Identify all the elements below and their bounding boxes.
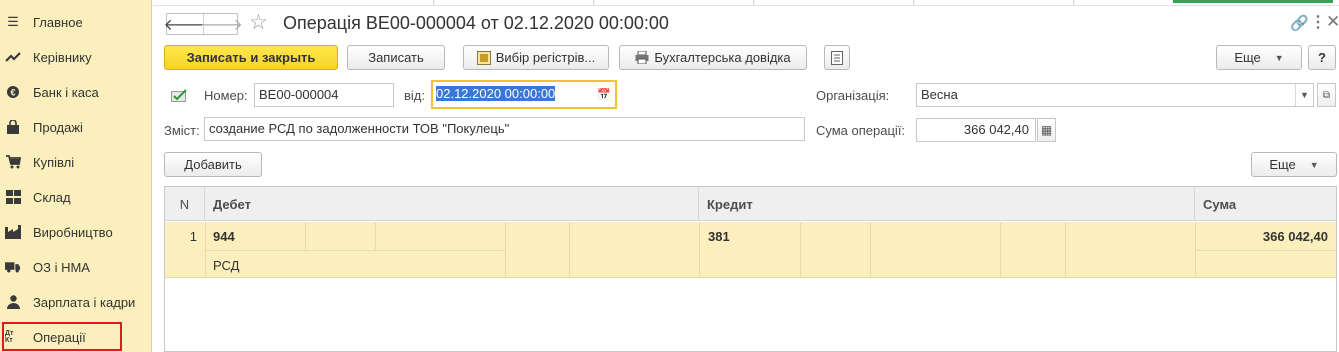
sidebar-item-label: Керівнику: [33, 49, 92, 65]
debit-subconto[interactable]: РСД: [213, 258, 239, 273]
save-button[interactable]: Записать: [347, 45, 445, 70]
registers-icon: [476, 50, 491, 65]
sum-label: Сума операції:: [816, 123, 906, 138]
warehouse-icon: [5, 189, 21, 205]
organization-value: Весна: [921, 87, 958, 102]
sidebar-item-payroll[interactable]: Зарплата і кадри: [0, 287, 152, 317]
table-more-button[interactable]: Еще ▼: [1251, 152, 1337, 177]
sidebar-item-purchases[interactable]: Купівлі: [0, 147, 152, 177]
sidebar-item-label: Зарплата і кадри: [33, 294, 136, 310]
print-icon: [635, 51, 649, 65]
link-icon[interactable]: 🔗: [1290, 14, 1309, 32]
back-arrow-icon[interactable]: 🡐: [164, 14, 207, 34]
document-icon: [831, 50, 843, 65]
trend-icon: [5, 49, 21, 65]
menu-icon: ☰: [7, 14, 19, 29]
more-vertical-icon[interactable]: ⋮: [1310, 12, 1326, 32]
accounting-note-label: Бухгалтерська довідка: [654, 50, 791, 65]
table-header: N Дебет Кредит Сума: [165, 187, 1336, 221]
forward-arrow-icon[interactable]: 🡒: [200, 14, 243, 34]
sidebar-item-warehouse[interactable]: Склад: [0, 182, 152, 212]
more-actions-button[interactable]: Еще ▼: [1216, 45, 1302, 70]
sidebar-item-production[interactable]: Виробництво: [0, 217, 152, 247]
sidebar-item-label: Виробництво: [33, 224, 113, 240]
date-field[interactable]: 02.12.2020 00:00:00 📅: [431, 80, 617, 109]
column-header-debit[interactable]: Дебет: [205, 187, 699, 221]
calendar-icon[interactable]: 📅: [597, 88, 611, 101]
table-row[interactable]: 1 944 РСД 381 366 042,40: [165, 222, 1336, 278]
column-header-sum[interactable]: Сума: [1195, 187, 1336, 221]
sidebar-item-label: Купівлі: [33, 154, 75, 170]
row-sum[interactable]: 366 042,40: [1195, 229, 1328, 244]
active-item-highlight: [2, 322, 122, 351]
select-registers-label: Вибір регістрів...: [495, 50, 596, 65]
sidebar: ☰ Главное Керівнику € Банк і каса Продаж…: [0, 0, 152, 352]
sidebar-item-label: Банк і каса: [33, 84, 99, 100]
sidebar-item-main[interactable]: ☰ Главное: [0, 7, 152, 37]
number-field[interactable]: ВЕ00-000004: [254, 83, 394, 107]
open-organization-button[interactable]: ⧉: [1317, 83, 1336, 107]
debit-account[interactable]: 944: [213, 229, 235, 244]
person-icon: [5, 294, 21, 310]
accounting-note-button[interactable]: Бухгалтерська довідка: [619, 45, 807, 70]
calculator-icon[interactable]: ▦: [1037, 118, 1056, 142]
table-more-label: Еще: [1269, 157, 1296, 172]
column-header-credit[interactable]: Кредит: [699, 187, 1195, 221]
active-tab-indicator: [1173, 0, 1333, 3]
history-nav: 🡐 🡒: [164, 13, 243, 35]
posted-check-icon: [171, 89, 187, 102]
select-registers-button[interactable]: Вибір регістрів...: [463, 45, 609, 70]
organization-select[interactable]: Весна ▼: [916, 83, 1314, 107]
date-label: від:: [404, 88, 425, 103]
chevron-down-icon[interactable]: ▼: [1295, 84, 1313, 106]
content-label: Зміст:: [164, 123, 200, 138]
page-title: Операція ВЕ00-000004 от 02.12.2020 00:00…: [283, 13, 669, 33]
credit-account[interactable]: 381: [708, 229, 730, 244]
sidebar-item-sales[interactable]: Продажі: [0, 112, 152, 142]
date-field-value: 02.12.2020 00:00:00: [436, 86, 556, 101]
sidebar-item-bank[interactable]: € Банк і каса: [0, 77, 152, 107]
sidebar-item-assets[interactable]: ОЗ і НМА: [0, 252, 152, 282]
favorite-star-icon[interactable]: ☆: [249, 12, 268, 34]
chevron-down-icon: ▼: [1274, 52, 1284, 63]
sidebar-item-label: Продажі: [33, 119, 83, 135]
add-row-button[interactable]: Добавить: [164, 152, 262, 177]
chevron-down-icon: ▼: [1309, 159, 1319, 170]
more-actions-label: Еще: [1234, 50, 1261, 65]
sidebar-item-label: ОЗ і НМА: [33, 259, 90, 275]
sidebar-item-label: Склад: [33, 189, 71, 205]
entries-table[interactable]: N Дебет Кредит Сума 1 944 РСД 381 366 04…: [164, 186, 1337, 352]
tab-strip: [153, 0, 1339, 6]
svg-text:€: €: [10, 88, 15, 98]
truck-icon: [5, 259, 21, 275]
organization-label: Організація:: [816, 88, 890, 103]
sidebar-item-manager[interactable]: Керівнику: [0, 42, 152, 72]
content-field[interactable]: создание РСД по задолженности ТОВ "Покул…: [204, 117, 805, 141]
save-and-close-button[interactable]: Записать и закрыть: [164, 45, 338, 70]
sidebar-item-label: Главное: [33, 14, 83, 30]
number-label: Номер:: [204, 88, 248, 103]
row-number: 1: [189, 229, 197, 244]
sum-field[interactable]: 366 042,40: [916, 118, 1036, 142]
help-button[interactable]: ?: [1308, 45, 1336, 70]
close-icon[interactable]: ✕: [1326, 12, 1339, 32]
document-structure-button[interactable]: [824, 45, 850, 70]
bag-icon: [5, 119, 21, 135]
coin-icon: €: [5, 84, 21, 100]
column-header-n[interactable]: N: [165, 187, 205, 221]
cart-icon: [5, 154, 21, 170]
factory-icon: [5, 224, 21, 240]
